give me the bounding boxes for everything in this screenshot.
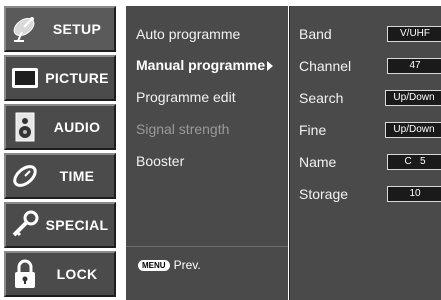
category-label: SPECIAL [45, 217, 109, 233]
speaker-icon [6, 107, 44, 147]
setting-value-box[interactable]: 47 [387, 58, 441, 74]
setting-label: Channel [299, 58, 352, 74]
category-label: TIME [59, 168, 95, 184]
menu-item-label: Programme edit [136, 89, 236, 105]
setting-value-box[interactable]: 10 [387, 186, 441, 202]
manual-programme-settings: Band V/UHF Channel 47 Search Up/Down Fin… [289, 6, 441, 300]
category-label: SETUP [52, 21, 102, 37]
setting-label: Fine [299, 122, 327, 138]
setting-storage[interactable]: Storage 10 [299, 182, 441, 206]
key-icon [6, 205, 44, 245]
setting-value-box[interactable]: V/UHF [387, 26, 441, 42]
menu-item-signal-strength: Signal strength [136, 117, 229, 141]
setting-fine[interactable]: Fine Up/Down [299, 118, 441, 142]
setting-name[interactable]: Name C 5 [299, 150, 441, 174]
setting-search[interactable]: Search Up/Down [299, 86, 441, 110]
clock-icon [6, 156, 44, 196]
setup-menu-panel: Auto programme Manual programme Programm… [126, 6, 288, 300]
setting-label: Search [299, 90, 344, 106]
menu-item-label: Auto programme [136, 26, 241, 42]
category-audio[interactable]: AUDIO [4, 104, 116, 150]
category-label: AUDIO [53, 119, 101, 135]
category-time[interactable]: TIME [4, 153, 116, 199]
setting-value-box[interactable]: Up/Down [385, 122, 441, 138]
menu-item-label: Booster [136, 153, 185, 169]
category-label: LOCK [56, 266, 98, 282]
padlock-icon [6, 254, 44, 294]
menu-item-auto-programme[interactable]: Auto programme [136, 22, 240, 46]
category-picture[interactable]: PICTURE [4, 55, 116, 101]
category-setup[interactable]: SETUP [4, 6, 116, 52]
menu-item-label: Signal strength [136, 121, 230, 137]
menu-item-booster[interactable]: Booster [136, 149, 184, 173]
setting-band[interactable]: Band V/UHF [299, 22, 441, 46]
footer-hint: MENU Prev. [138, 258, 201, 272]
setting-label: Band [299, 26, 332, 42]
menu-button-icon: MENU [138, 259, 170, 271]
category-sidebar: SETUP PICTURE AUDIO TIME SPECIAL LOCK [0, 0, 118, 300]
menu-item-label: Manual programme [136, 57, 266, 73]
footer-prev-label: Prev. [173, 258, 201, 272]
tv-screen-icon [6, 58, 44, 98]
footer-divider [126, 246, 288, 247]
setting-channel[interactable]: Channel 47 [299, 54, 441, 78]
category-special[interactable]: SPECIAL [4, 202, 116, 248]
arrow-right-icon [267, 61, 274, 72]
category-lock[interactable]: LOCK [4, 251, 116, 297]
menu-item-manual-programme[interactable]: Manual programme [136, 53, 274, 77]
menu-item-programme-edit[interactable]: Programme edit [136, 85, 236, 109]
category-label: PICTURE [45, 70, 109, 86]
setting-label: Storage [299, 186, 349, 202]
setting-value-box[interactable]: C 5 [387, 154, 441, 170]
satellite-dish-icon [6, 9, 44, 49]
setting-label: Name [299, 154, 337, 170]
setting-value-box[interactable]: Up/Down [385, 90, 441, 106]
